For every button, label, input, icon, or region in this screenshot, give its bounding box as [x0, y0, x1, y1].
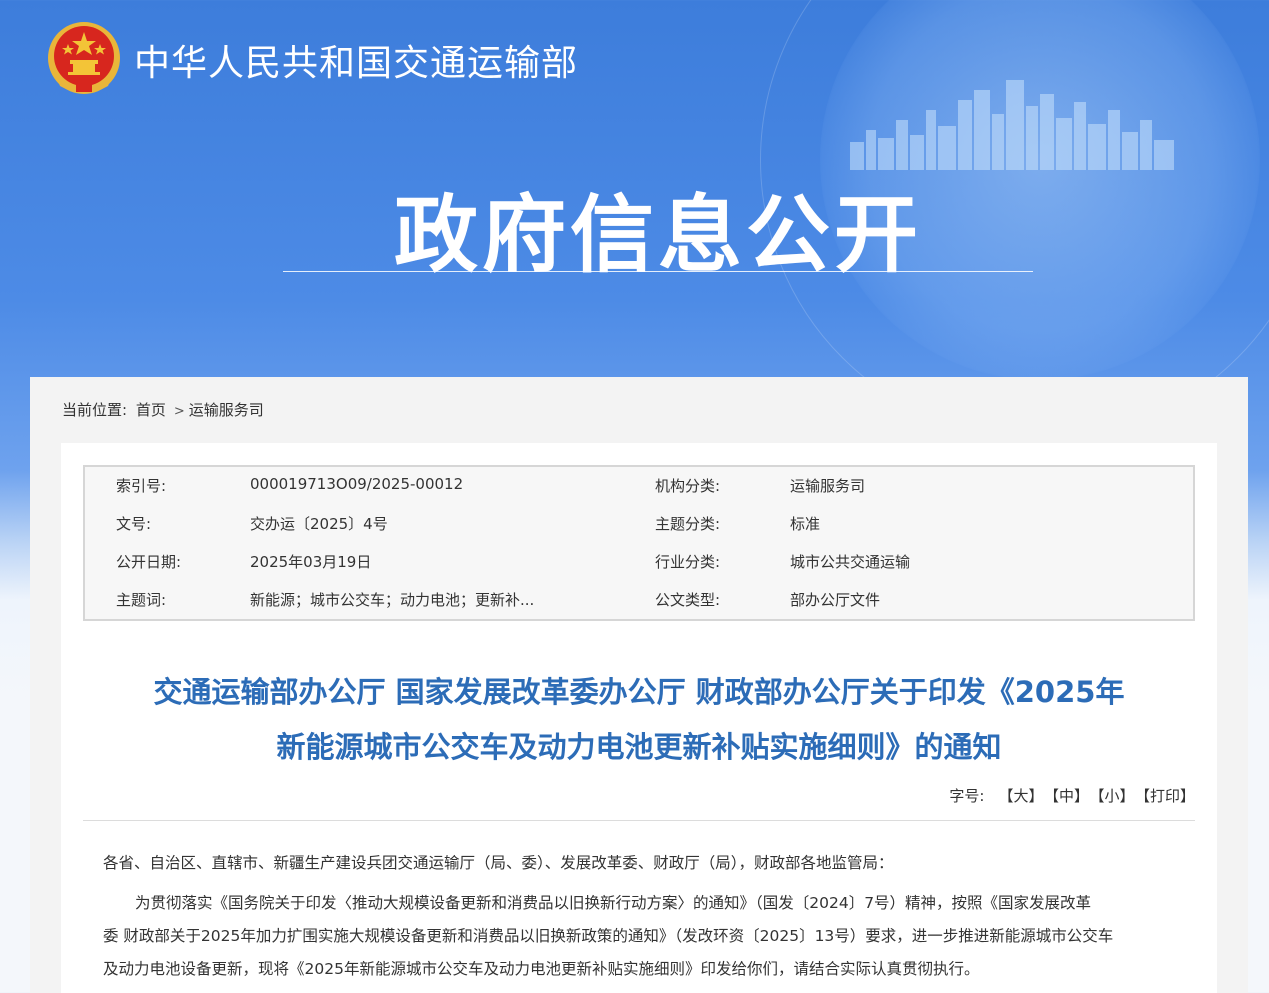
- city-skyline-decoration: [850, 80, 1174, 170]
- body-line: 及动力电池设备更新，现将《2025年新能源城市公交车及动力电池更新补贴实施细则》…: [103, 960, 980, 978]
- font-small-button[interactable]: 【小】: [1097, 787, 1135, 805]
- meta-value: 000019713O09/2025-00012: [250, 475, 464, 493]
- meta-row: 索引号: 000019713O09/2025-00012 机构分类: 运输服务司: [85, 467, 1193, 505]
- meta-label: 行业分类:: [655, 553, 721, 571]
- meta-value: 2025年03月19日: [250, 553, 372, 571]
- document-title: 交通运输部办公厅 国家发展改革委办公厅 财政部办公厅关于印发《2025年 新能源…: [61, 665, 1217, 775]
- content-area: 索引号: 000019713O09/2025-00012 机构分类: 运输服务司…: [61, 443, 1217, 993]
- meta-row: 文号: 交办运〔2025〕4号 主题分类: 标准: [85, 505, 1193, 543]
- font-large-button[interactable]: 【大】: [998, 787, 1043, 805]
- meta-label: 索引号:: [116, 477, 167, 495]
- site-title[interactable]: 中华人民共和国交通运输部: [134, 34, 578, 86]
- breadcrumb-current[interactable]: 运输服务司: [189, 401, 264, 419]
- breadcrumb-separator: >: [173, 404, 185, 419]
- title-divider: [283, 271, 1033, 272]
- font-medium-button[interactable]: 【中】: [1051, 787, 1089, 805]
- national-emblem-icon: [48, 22, 120, 94]
- meta-value: 部办公厅文件: [790, 591, 881, 609]
- meta-label: 公文类型:: [655, 591, 721, 609]
- print-button[interactable]: 【打印】: [1142, 787, 1195, 805]
- body-line: 委 财政部关于2025年加力扩围实施大规模设备更新和消费品以旧换新政策的通知》（…: [103, 927, 1114, 945]
- meta-value: 运输服务司: [790, 477, 866, 495]
- breadcrumb: 当前位置: 首页 > 运输服务司: [62, 399, 268, 420]
- meta-label: 文号:: [116, 515, 152, 533]
- breadcrumb-label: 当前位置:: [62, 401, 128, 419]
- font-size-label: 字号:: [949, 787, 985, 805]
- meta-row: 公开日期: 2025年03月19日 行业分类: 城市公共交通运输: [85, 543, 1193, 581]
- font-size-toolbar: 字号: 【大】 【中】 【小】 【打印】: [83, 785, 1195, 821]
- body-paragraph: 为贯彻落实《国务院关于印发〈推动大规模设备更新和消费品以旧换新行动方案〉的通知》…: [103, 887, 1183, 986]
- meta-label: 机构分类:: [655, 477, 721, 495]
- breadcrumb-home[interactable]: 首页: [136, 401, 166, 419]
- document-title-line: 新能源城市公交车及动力电池更新补贴实施细则》的通知: [276, 730, 1002, 764]
- meta-row: 主题词: 新能源；城市公交车；动力电池；更新补... 公文类型: 部办公厅文件: [85, 581, 1193, 619]
- header-banner: 中华人民共和国交通运输部 政府信息公开: [0, 0, 1269, 378]
- salutation: 各省、自治区、直辖市、新疆生产建设兵团交通运输厅（局、委）、发展改革委、财政厅（…: [103, 854, 894, 872]
- meta-label: 主题词:: [116, 591, 167, 609]
- meta-value: 城市公共交通运输: [790, 553, 911, 571]
- meta-label: 主题分类:: [655, 515, 721, 533]
- main-panel: 当前位置: 首页 > 运输服务司 索引号: 000019713O09/2025-00…: [30, 377, 1248, 993]
- document-metadata-table: 索引号: 000019713O09/2025-00012 机构分类: 运输服务司…: [83, 465, 1195, 621]
- meta-value: 标准: [790, 515, 821, 533]
- meta-value: 新能源；城市公交车；动力电池；更新补...: [250, 591, 535, 609]
- document-title-line: 交通运输部办公厅 国家发展改革委办公厅 财政部办公厅关于印发《2025年: [153, 675, 1125, 709]
- body-line: 为贯彻落实《国务院关于印发〈推动大规模设备更新和消费品以旧换新行动方案〉的通知》…: [135, 894, 1092, 912]
- meta-value: 交办运〔2025〕4号: [250, 515, 388, 533]
- meta-label: 公开日期:: [116, 553, 182, 571]
